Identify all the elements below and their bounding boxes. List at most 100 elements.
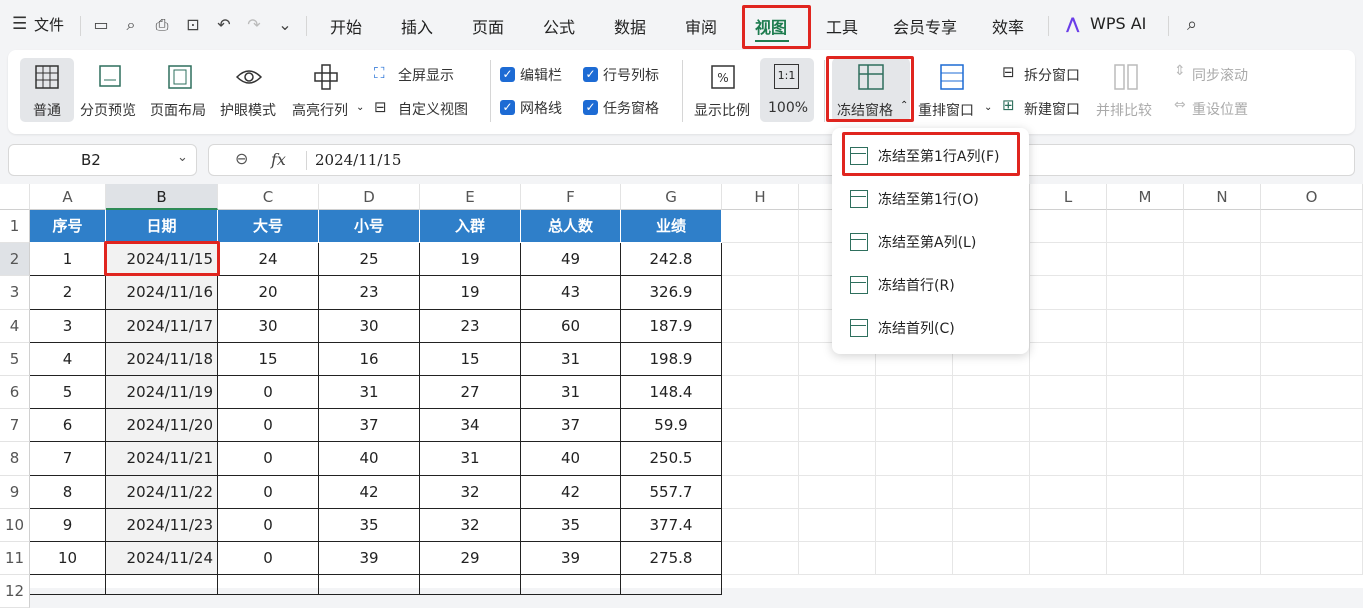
row-header-5[interactable]: 5 (0, 342, 30, 376)
table-cell[interactable]: 2024/11/23 (106, 508, 218, 542)
table-cell[interactable]: 10 (30, 542, 106, 576)
grid-cell[interactable] (1030, 243, 1107, 277)
grid-cell[interactable] (1261, 342, 1363, 376)
row-header-3[interactable]: 3 (0, 276, 30, 310)
grid-cell[interactable] (1030, 508, 1107, 542)
table-header-cell[interactable]: 小号 (319, 210, 420, 244)
table-header-cell[interactable]: 总人数 (521, 210, 621, 244)
tab-review[interactable]: 审阅 (685, 14, 717, 38)
zoom-button[interactable]: % 显示比例 (690, 58, 756, 122)
page-break-preview-button[interactable]: 分页预览 (78, 58, 144, 122)
tab-data[interactable]: 数据 (614, 14, 646, 38)
table-cell[interactable] (420, 575, 521, 596)
table-cell[interactable]: 25 (319, 243, 420, 277)
table-cell[interactable]: 37 (319, 409, 420, 443)
tab-start[interactable]: 开始 (330, 14, 362, 38)
table-cell[interactable]: 198.9 (621, 342, 722, 376)
grid-cell[interactable] (1261, 210, 1363, 244)
table-cell[interactable]: 148.4 (621, 376, 722, 410)
grid-cell[interactable] (722, 309, 799, 343)
table-cell[interactable]: 35 (319, 508, 420, 542)
grid-cell[interactable] (876, 475, 953, 509)
grid-cell[interactable] (876, 508, 953, 542)
row-header-12[interactable]: 12 (0, 575, 30, 608)
table-cell[interactable]: 31 (319, 376, 420, 410)
table-cell[interactable]: 32 (420, 508, 521, 542)
grid-cell[interactable] (1107, 342, 1184, 376)
grid-cell[interactable] (1107, 309, 1184, 343)
new-window-button[interactable]: 新建窗口 (1024, 99, 1080, 119)
table-cell[interactable]: 6 (30, 409, 106, 443)
grid-cell[interactable] (1030, 342, 1107, 376)
split-window-button[interactable]: 拆分窗口 (1024, 65, 1080, 85)
freeze-menu-item-5[interactable]: 冻结首列(C) (832, 308, 1029, 348)
grid-cell[interactable] (1184, 342, 1261, 376)
grid-cell[interactable] (876, 376, 953, 410)
table-cell[interactable]: 242.8 (621, 243, 722, 277)
table-cell[interactable]: 40 (319, 442, 420, 476)
grid-cell[interactable] (1107, 442, 1184, 476)
eye-protection-button[interactable]: 护眼模式 (216, 58, 280, 122)
zoom-formula-icon[interactable]: ⊖ (235, 149, 248, 168)
table-cell[interactable]: 40 (521, 442, 621, 476)
select-all-corner[interactable] (0, 184, 30, 210)
print-icon[interactable]: ⎙ (151, 14, 173, 36)
grid-cell[interactable] (1261, 442, 1363, 476)
row-header-4[interactable]: 4 (0, 309, 30, 343)
row-header-6[interactable]: 6 (0, 376, 30, 410)
table-cell[interactable]: 377.4 (621, 508, 722, 542)
spreadsheet-grid[interactable]: ABCDEFGHIJKLMNO123456789101112序号日期大号小号入群… (0, 184, 1363, 608)
grid-cell[interactable] (953, 376, 1030, 410)
table-cell[interactable]: 0 (218, 442, 319, 476)
freeze-menu-item-4[interactable]: 冻结首行(R) (832, 265, 1029, 305)
grid-cell[interactable] (953, 542, 1030, 576)
grid-cell[interactable] (799, 475, 876, 509)
grid-cell[interactable] (953, 508, 1030, 542)
grid-cell[interactable] (1261, 508, 1363, 542)
table-cell[interactable] (218, 575, 319, 596)
fullscreen-button[interactable]: 全屏显示 (398, 65, 454, 85)
table-cell[interactable]: 31 (420, 442, 521, 476)
normal-view-button[interactable]: 普通 (20, 58, 74, 122)
table-cell[interactable]: 557.7 (621, 475, 722, 509)
grid-cell[interactable] (722, 508, 799, 542)
row-header-10[interactable]: 10 (0, 508, 30, 542)
grid-cell[interactable] (1261, 376, 1363, 410)
table-cell[interactable]: 275.8 (621, 542, 722, 576)
checkbox-headings[interactable]: ✓ (583, 67, 598, 82)
undo-icon[interactable]: ↶ (213, 14, 235, 36)
custom-view-button[interactable]: 自定义视图 (398, 99, 468, 119)
grid-cell[interactable] (1107, 508, 1184, 542)
column-header-f[interactable]: F (521, 184, 621, 210)
table-cell[interactable]: 187.9 (621, 309, 722, 343)
grid-cell[interactable] (1184, 409, 1261, 443)
table-cell[interactable]: 5 (30, 376, 106, 410)
table-cell[interactable]: 32 (420, 475, 521, 509)
table-cell[interactable]: 43 (521, 276, 621, 310)
tab-insert[interactable]: 插入 (401, 14, 433, 38)
table-cell[interactable]: 8 (30, 475, 106, 509)
page-layout-button[interactable]: 页面布局 (148, 58, 212, 122)
row-header-7[interactable]: 7 (0, 409, 30, 443)
checkbox-task-pane[interactable]: ✓ (583, 100, 598, 115)
formula-bar[interactable]: ⊖ fx 2024/11/15 (208, 144, 1355, 176)
grid-cell[interactable] (1030, 376, 1107, 410)
table-cell[interactable]: 0 (218, 376, 319, 410)
grid-cell[interactable] (1030, 309, 1107, 343)
grid-cell[interactable] (722, 542, 799, 576)
grid-cell[interactable] (799, 442, 876, 476)
table-cell[interactable]: 0 (218, 475, 319, 509)
grid-cell[interactable] (722, 276, 799, 310)
column-header-g[interactable]: G (621, 184, 722, 210)
tab-member[interactable]: 会员专享 (893, 14, 957, 38)
table-cell[interactable]: 27 (420, 376, 521, 410)
tab-tools[interactable]: 工具 (826, 14, 858, 38)
grid-cell[interactable] (1030, 210, 1107, 244)
table-cell[interactable]: 3 (30, 309, 106, 343)
table-cell[interactable] (521, 575, 621, 596)
grid-cell[interactable] (722, 376, 799, 410)
row-header-11[interactable]: 11 (0, 542, 30, 576)
table-cell[interactable]: 0 (218, 409, 319, 443)
table-cell[interactable]: 326.9 (621, 276, 722, 310)
grid-cell[interactable] (1030, 542, 1107, 576)
